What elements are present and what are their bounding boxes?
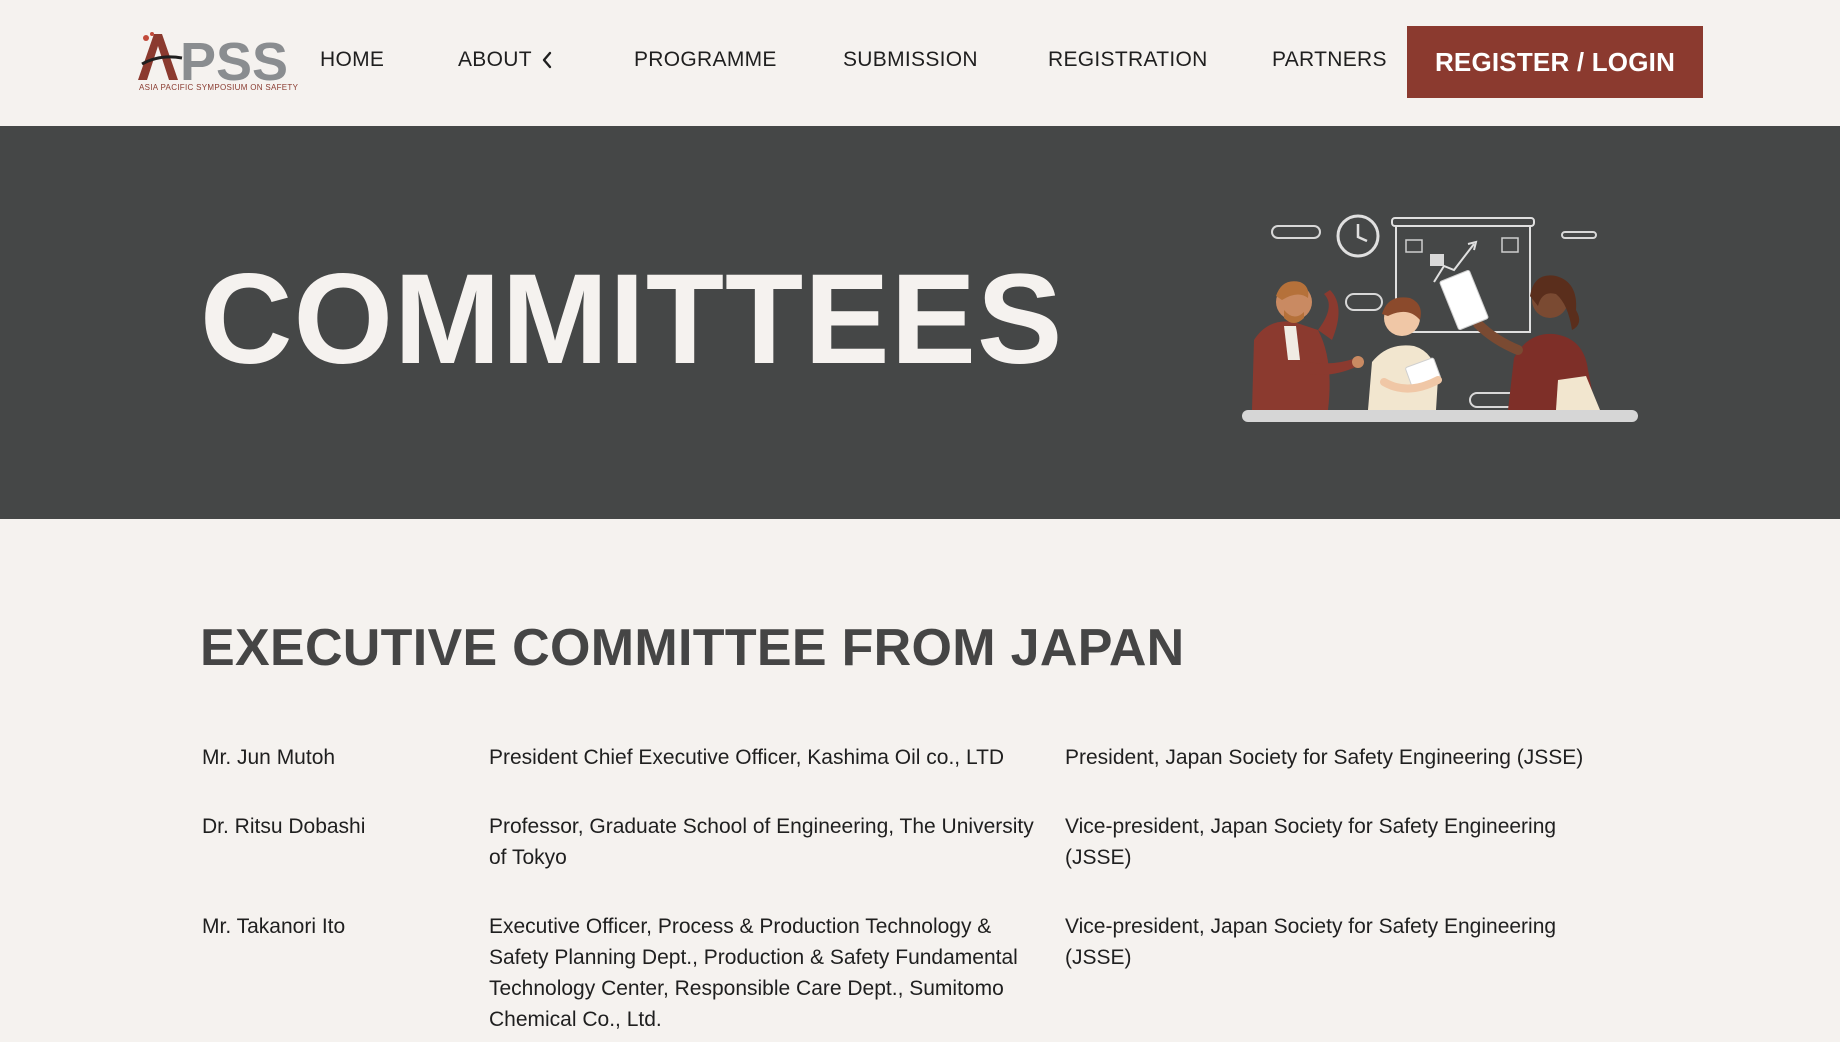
- section-title: EXECUTIVE COMMITTEE FROM JAPAN: [200, 619, 1185, 677]
- nav-programme[interactable]: PROGRAMME: [634, 48, 777, 72]
- member-society-role: Vice-president, Japan Society for Safety…: [1065, 915, 1557, 969]
- logo-subtitle: ASIA PACIFIC SYMPOSIUM ON SAFETY: [139, 83, 299, 92]
- member-name: Dr. Ritsu Dobashi: [202, 815, 366, 838]
- team-meeting-illustration: [1242, 214, 1638, 422]
- member-society-role: Vice-president, Japan Society for Safety…: [1065, 815, 1557, 869]
- page-title: COMMITTEES: [200, 248, 1064, 391]
- nav-about[interactable]: ABOUT: [458, 48, 532, 72]
- apss-logo-mark: PSS: [138, 32, 288, 84]
- apss-logo[interactable]: PSS ASIA PACIFIC SYMPOSIUM ON SAFETY: [136, 28, 298, 96]
- member-name: Mr. Takanori Ito: [202, 915, 346, 938]
- chevron-left-icon[interactable]: [540, 50, 554, 70]
- nav-submission[interactable]: SUBMISSION: [843, 48, 978, 72]
- nav-home[interactable]: HOME: [320, 48, 384, 72]
- member-role: President Chief Executive Officer, Kashi…: [489, 746, 1005, 769]
- nav-registration[interactable]: REGISTRATION: [1048, 48, 1208, 72]
- member-role: Professor, Graduate School of Engineerin…: [489, 815, 1034, 869]
- site-header: PSS ASIA PACIFIC SYMPOSIUM ON SAFETY HOM…: [0, 0, 1840, 126]
- nav-partners[interactable]: PARTNERS: [1272, 48, 1387, 72]
- svg-text:PSS: PSS: [180, 32, 288, 84]
- member-name: Mr. Jun Mutoh: [202, 746, 336, 769]
- member-role: Executive Officer, Process & Production …: [489, 915, 1018, 1031]
- member-society-role: President, Japan Society for Safety Engi…: [1065, 746, 1584, 769]
- register-login-button[interactable]: REGISTER / LOGIN: [1407, 26, 1703, 98]
- hero-banner: COMMITTEES: [0, 126, 1840, 519]
